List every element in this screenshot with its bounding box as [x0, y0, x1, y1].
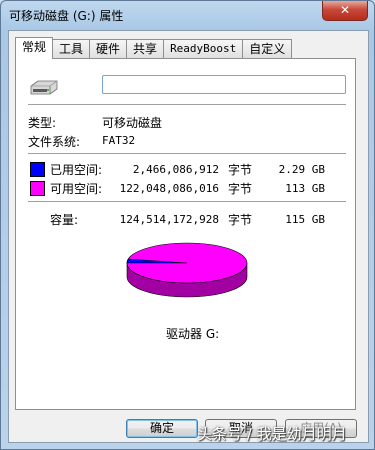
close-button[interactable]: ✕ — [322, 1, 368, 21]
tab-customize[interactable]: 自定义 — [242, 39, 293, 58]
properties-window: 可移动磁盘 (G:) 属性 ✕ 常规 工具 硬件 共享 ReadyBoost 自… — [0, 0, 375, 450]
tab-strip: 常规 工具 硬件 共享 ReadyBoost 自定义 — [15, 37, 293, 59]
watermark-text: 头条号 / 我是幼月明月 — [197, 425, 347, 443]
capacity-bytes: 124,514,172,928 — [119, 213, 219, 226]
ok-button[interactable]: 确定 — [126, 419, 198, 438]
divider — [28, 153, 346, 155]
free-space-label: 可用空间: — [50, 182, 103, 196]
capacity-label: 容量: — [50, 213, 79, 227]
window-title: 可移动磁盘 (G:) 属性 — [9, 9, 124, 23]
tab-general[interactable]: 常规 — [15, 37, 54, 59]
divider — [28, 201, 346, 203]
tab-tools[interactable]: 工具 — [52, 39, 91, 58]
filesystem-value: FAT32 — [102, 134, 136, 147]
free-space-unit: 字节 — [228, 182, 253, 196]
dialog-client: 常规 工具 硬件 共享 ReadyBoost 自定义 类型: 可移动磁盘 文件系… — [8, 30, 369, 443]
disk-usage-pie — [126, 242, 248, 298]
drive-letter-label: 驱动器 G: — [166, 327, 220, 341]
volume-name-input[interactable] — [102, 75, 346, 94]
filesystem-label: 文件系统: — [28, 135, 81, 149]
capacity-size: 115 GB — [285, 213, 325, 226]
divider — [28, 104, 346, 106]
general-panel: 类型: 可移动磁盘 文件系统: FAT32 已用空间: 2,466,086,91… — [15, 58, 356, 410]
used-space-swatch — [30, 162, 45, 177]
tab-sharing[interactable]: 共享 — [126, 39, 165, 58]
title-bar[interactable]: 可移动磁盘 (G:) 属性 ✕ — [1, 1, 374, 29]
tab-hardware[interactable]: 硬件 — [89, 39, 128, 58]
used-space-unit: 字节 — [228, 163, 253, 177]
used-space-bytes: 2,466,086,912 — [132, 163, 219, 176]
free-space-size: 113 GB — [285, 182, 325, 195]
used-space-label: 已用空间: — [50, 163, 103, 177]
free-space-bytes: 122,048,086,016 — [119, 182, 219, 195]
removable-drive-icon — [30, 80, 58, 95]
type-label: 类型: — [28, 116, 57, 130]
used-space-size: 2.29 GB — [278, 163, 325, 176]
tab-readyboost[interactable]: ReadyBoost — [163, 39, 244, 58]
capacity-unit: 字节 — [228, 213, 253, 227]
type-value: 可移动磁盘 — [102, 116, 163, 130]
free-space-swatch — [30, 181, 45, 196]
